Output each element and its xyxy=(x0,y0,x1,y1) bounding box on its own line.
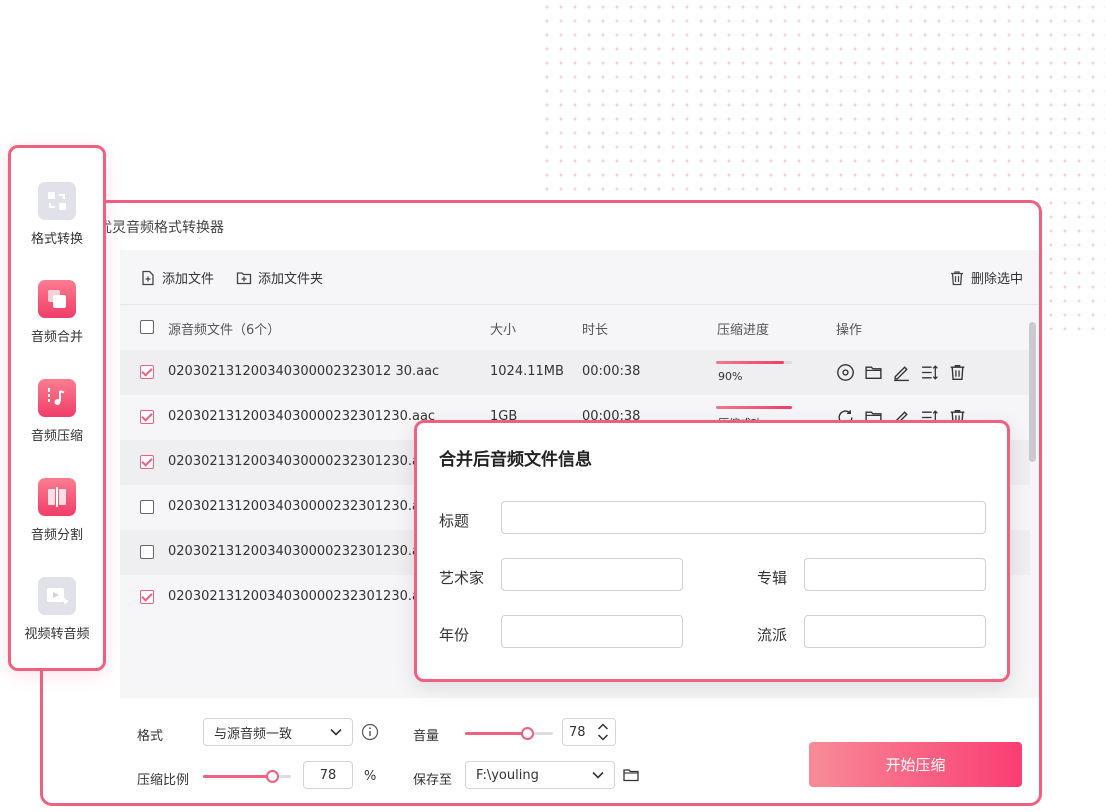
feature-sidebar: 格式转换 音频合并 音频压缩 音频分割 视频转音频 xyxy=(8,145,106,671)
volume-stepper[interactable]: 78 xyxy=(562,718,616,746)
progress-bar xyxy=(716,406,792,409)
row-size: 1024.11MB xyxy=(490,364,564,379)
chevron-down-icon xyxy=(330,728,342,736)
add-file-button[interactable]: 添加文件 xyxy=(140,268,214,287)
sidebar-item-audio-merge[interactable]: 音频合并 xyxy=(11,280,103,345)
audio-split-icon xyxy=(38,478,76,516)
add-file-icon xyxy=(142,270,154,285)
sidebar-item-label: 音频压缩 xyxy=(30,429,83,444)
volume-value: 78 xyxy=(569,724,586,740)
progress-fill xyxy=(716,361,785,364)
header-size: 大小 xyxy=(490,323,517,338)
header-progress: 压缩进度 xyxy=(717,323,770,338)
row-checkbox[interactable] xyxy=(140,545,154,559)
settings-bar: 格式 与源音频一致 音量 78 压缩比例 78 % 保存至 F:\youling xyxy=(43,698,1039,803)
delete-selected-label: 删除选中 xyxy=(971,272,1024,287)
title-input[interactable] xyxy=(501,501,986,534)
scrollbar[interactable] xyxy=(1029,322,1036,462)
start-compress-button[interactable]: 开始压缩 xyxy=(809,742,1022,787)
browse-folder-icon[interactable] xyxy=(622,766,640,784)
add-folder-label: 添加文件夹 xyxy=(258,272,324,287)
toolbar: 添加文件 添加文件夹 删除选中 xyxy=(120,250,1039,305)
chevron-down-icon xyxy=(592,771,604,779)
app-title: 优灵音频格式转换器 xyxy=(98,220,224,236)
artist-input[interactable] xyxy=(501,558,683,591)
sidebar-item-label: 音频合并 xyxy=(30,330,83,345)
ratio-slider[interactable] xyxy=(203,769,291,783)
genre-label: 流派 xyxy=(757,626,788,644)
row-file-name: 020302131200340300002323012 30.aac xyxy=(168,364,440,379)
ratio-label: 压缩比例 xyxy=(137,773,190,788)
sidebar-item-label: 音频分割 xyxy=(30,528,83,543)
header-duration: 时长 xyxy=(582,323,609,338)
select-all-checkbox[interactable] xyxy=(140,320,154,334)
info-icon[interactable] xyxy=(361,723,379,741)
volume-slider[interactable] xyxy=(465,726,553,740)
add-folder-icon xyxy=(236,271,252,284)
header-actions: 操作 xyxy=(836,323,863,338)
delete-row-icon[interactable] xyxy=(948,363,967,382)
sidebar-item-format-convert[interactable]: 格式转换 xyxy=(11,182,103,247)
format-convert-icon xyxy=(38,182,76,220)
row-file-name: 02030213120034030000232301230.aac xyxy=(168,589,436,604)
title-label: 标题 xyxy=(439,512,470,530)
sidebar-item-label: 视频转音频 xyxy=(24,627,90,642)
edit-icon[interactable] xyxy=(892,363,911,382)
album-input[interactable] xyxy=(804,558,986,591)
volume-label: 音量 xyxy=(413,729,440,744)
sidebar-item-audio-split[interactable]: 音频分割 xyxy=(11,478,103,543)
row-file-name: 02030213120034030000232301230.aac xyxy=(168,409,436,424)
video-to-audio-icon xyxy=(38,577,76,615)
album-label: 专辑 xyxy=(757,569,788,587)
sidebar-item-label: 格式转换 xyxy=(30,232,83,247)
progress-text: 90% xyxy=(718,370,743,383)
add-file-label: 添加文件 xyxy=(162,272,215,287)
delete-selected-button[interactable]: 删除选中 xyxy=(949,268,1023,287)
volume-slider-thumb[interactable] xyxy=(520,727,534,740)
format-select[interactable]: 与源音频一致 xyxy=(203,718,353,746)
row-file-name: 02030213120034030000232301230.aac xyxy=(168,454,436,469)
ratio-slider-thumb[interactable] xyxy=(265,770,279,783)
row-file-name: 02030213120034030000232301230.aac xyxy=(168,544,436,559)
table-header: 源音频文件（6个） 大小 时长 压缩进度 操作 xyxy=(120,305,1030,349)
row-checkbox[interactable] xyxy=(140,410,154,424)
artist-label: 艺术家 xyxy=(439,569,485,587)
ratio-input[interactable]: 78 xyxy=(303,761,353,789)
save-path-select[interactable]: F:\youling xyxy=(465,761,615,789)
ratio-slider-fill xyxy=(203,775,272,778)
format-label: 格式 xyxy=(137,729,164,744)
format-select-value: 与源音频一致 xyxy=(214,726,293,742)
stepper-arrows-icon[interactable] xyxy=(597,722,609,742)
table-row[interactable]: 020302131200340300002323012 30.aac 1024.… xyxy=(120,350,1030,395)
play-icon[interactable] xyxy=(836,363,855,382)
genre-input[interactable] xyxy=(804,615,986,648)
progress-bar xyxy=(716,361,792,364)
volume-slider-fill xyxy=(465,732,527,735)
row-checkbox[interactable] xyxy=(140,590,154,604)
audio-compress-icon xyxy=(38,379,76,417)
dialog-title: 合并后音频文件信息 xyxy=(439,450,592,470)
trash-icon xyxy=(951,270,963,285)
save-path-value: F:\youling xyxy=(476,767,539,783)
year-label: 年份 xyxy=(439,626,470,644)
save-to-label: 保存至 xyxy=(413,773,453,788)
audio-merge-icon xyxy=(38,280,76,318)
sidebar-item-video-to-audio[interactable]: 视频转音频 xyxy=(11,577,103,642)
merged-audio-info-dialog: 合并后音频文件信息 标题 艺术家 专辑 年份 流派 xyxy=(414,420,1010,682)
row-actions xyxy=(836,363,967,382)
year-input[interactable] xyxy=(501,615,683,648)
row-checkbox[interactable] xyxy=(140,455,154,469)
sidebar-item-audio-compress[interactable]: 音频压缩 xyxy=(11,379,103,444)
add-folder-button[interactable]: 添加文件夹 xyxy=(236,268,323,287)
ratio-value: 78 xyxy=(319,767,337,783)
row-checkbox[interactable] xyxy=(140,365,154,379)
row-checkbox[interactable] xyxy=(140,500,154,514)
sort-icon[interactable] xyxy=(920,363,939,382)
open-folder-icon[interactable] xyxy=(864,363,883,382)
row-file-name: 02030213120034030000232301230.aac xyxy=(168,499,436,514)
ratio-unit: % xyxy=(364,769,377,784)
progress-fill xyxy=(716,406,792,409)
row-duration: 00:00:38 xyxy=(582,364,641,379)
header-file: 源音频文件（6个） xyxy=(168,323,281,338)
